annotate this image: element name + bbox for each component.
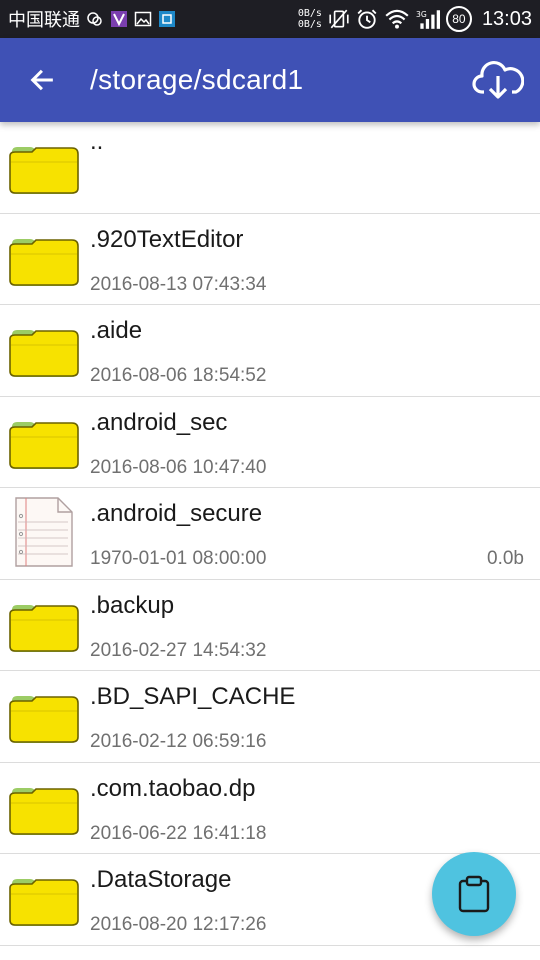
- file-name: .920TextEditor: [90, 225, 244, 253]
- clock: 13:03: [481, 7, 532, 30]
- file-row[interactable]: .android_sec 2016-08-06 10:47:40: [0, 397, 540, 488]
- file-row[interactable]: .aide 2016-08-06 18:54:52: [0, 305, 540, 397]
- file-name: .android_sec: [90, 408, 228, 436]
- status-bar: 中国联通 0B/s 0B/s 3G 80 13:03: [0, 0, 540, 38]
- net-speed: 0B/s 0B/s: [298, 8, 322, 30]
- file-row[interactable]: .com.taobao.dp 2016-06-22 16:41:18: [0, 763, 540, 854]
- folder-icon: [8, 687, 80, 747]
- folder-icon: [8, 230, 80, 290]
- file-date: 2016-08-06 10:47:40: [90, 456, 267, 478]
- wechat-icon: [87, 12, 102, 26]
- cloud-download-icon: [472, 61, 524, 99]
- folder-icon: [8, 779, 80, 839]
- path-title: /storage/sdcard1: [90, 64, 304, 95]
- folder-icon: [8, 138, 80, 198]
- file-name: .com.taobao.dp: [90, 774, 256, 802]
- svg-text:3G: 3G: [416, 10, 427, 19]
- app-blue-icon: [159, 11, 175, 27]
- file-name: .backup: [90, 591, 175, 619]
- file-date: 2016-02-12 06:59:16: [90, 731, 267, 752]
- file-date: 2016-08-20 12:17:26: [90, 914, 267, 935]
- file-name: .DataStorage: [90, 866, 232, 893]
- file-row[interactable]: .android_secure 1970-01-01 08:00:00 0.0b: [0, 488, 540, 580]
- file-date: 2016-08-06 18:54:52: [90, 365, 267, 386]
- vibrate-off-icon: [329, 9, 349, 29]
- paste-fab[interactable]: [432, 852, 516, 936]
- download-button[interactable]: [456, 38, 540, 122]
- app-v-icon: [111, 11, 127, 27]
- net-down-label: 0B/s: [297, 19, 322, 30]
- back-button[interactable]: [0, 38, 84, 122]
- folder-icon: [8, 413, 80, 473]
- arrow-left-icon: [30, 69, 53, 91]
- signal-icon: 3G: [416, 10, 440, 29]
- file-size: 0.0b: [487, 548, 524, 569]
- carrier-label: 中国联通: [8, 10, 80, 31]
- file-date: 2016-06-22 16:41:18: [90, 822, 267, 844]
- file-name: .android_secure: [90, 500, 263, 527]
- image-icon: [134, 11, 152, 27]
- file-list: .. .920TextEditor 2016-08-13 07:43:34 .aide…: [0, 122, 540, 960]
- file-row[interactable]: .920TextEditor 2016-08-13 07:43:34: [0, 214, 540, 305]
- wifi-icon: [385, 9, 409, 29]
- file-date: 2016-08-13 07:43:34: [90, 273, 267, 295]
- app-bar: /storage/sdcard1: [0, 38, 540, 122]
- file-row[interactable]: .backup 2016-02-27 14:54:32: [0, 580, 540, 671]
- alarm-icon: [357, 9, 377, 29]
- parent-directory-row[interactable]: ..: [0, 122, 540, 214]
- file-name: .aide: [90, 317, 143, 344]
- file-date: 1970-01-01 08:00:00: [90, 548, 267, 569]
- file-name: .BD_SAPI_CACHE: [90, 683, 296, 710]
- file-date: 2016-02-27 14:54:32: [90, 639, 267, 661]
- folder-icon: [8, 596, 80, 656]
- net-up-label: 0B/s: [297, 8, 322, 19]
- document-icon: [8, 494, 80, 570]
- battery-indicator: 80: [445, 6, 472, 32]
- folder-icon: [8, 321, 80, 381]
- clipboard-icon: [458, 875, 490, 913]
- file-name: ..: [90, 128, 104, 155]
- file-row[interactable]: .BD_SAPI_CACHE 2016-02-12 06:59:16: [0, 671, 540, 763]
- folder-icon: [8, 870, 80, 930]
